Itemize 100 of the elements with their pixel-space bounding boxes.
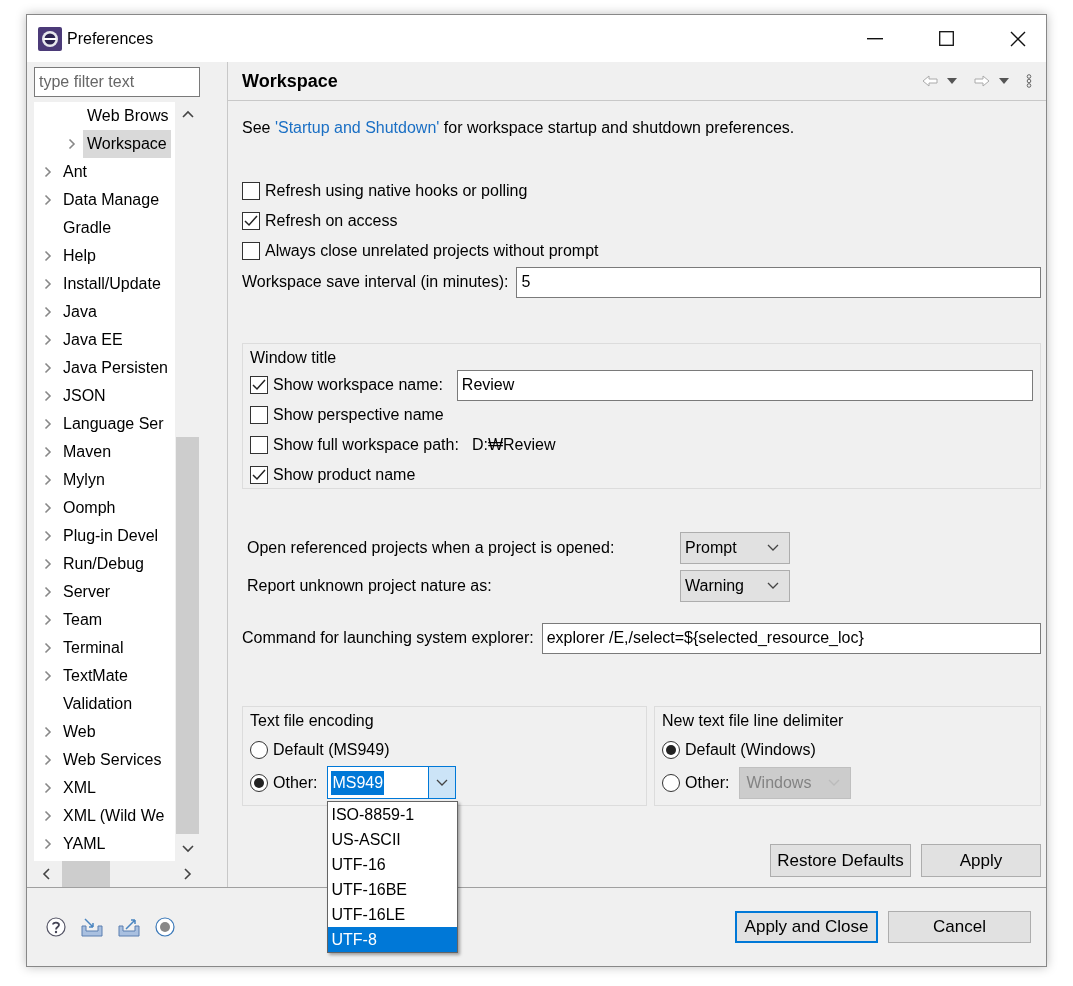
tree-item[interactable]: Oomph bbox=[63, 494, 120, 522]
tree-item[interactable]: Gradle bbox=[63, 214, 116, 242]
tree-item[interactable]: JSON bbox=[63, 382, 110, 410]
maximize-icon[interactable] bbox=[939, 31, 954, 46]
dropdown-option[interactable]: ISO-8859-1 bbox=[328, 802, 458, 827]
tree-item[interactable]: Web Brows bbox=[83, 102, 173, 130]
tree-item[interactable]: Maven bbox=[63, 438, 116, 466]
page-button[interactable]: Apply bbox=[921, 844, 1041, 877]
view-menu-icon[interactable] bbox=[1026, 74, 1032, 88]
input-field[interactable]: 5 bbox=[516, 266, 1041, 298]
chevron-icon[interactable] bbox=[44, 838, 52, 850]
chevron-icon[interactable] bbox=[44, 810, 52, 822]
tree-item[interactable]: Help bbox=[63, 242, 100, 270]
chevron-icon[interactable] bbox=[44, 558, 52, 570]
startup-link[interactable]: 'Startup and Shutdown' bbox=[274, 119, 440, 136]
chevron-icon[interactable] bbox=[44, 250, 52, 262]
tree-item[interactable]: XML (Wild We bbox=[63, 802, 169, 830]
tree-item[interactable]: Java bbox=[63, 298, 101, 326]
chevron-icon[interactable] bbox=[44, 670, 52, 682]
chevron-icon[interactable] bbox=[44, 782, 52, 794]
tree-item[interactable]: TextMate bbox=[63, 662, 132, 690]
forward-arrow-icon[interactable] bbox=[974, 75, 990, 87]
chevron-icon[interactable] bbox=[44, 586, 52, 598]
tree-item[interactable]: Run/Debug bbox=[63, 550, 148, 578]
chevron-icon[interactable] bbox=[44, 194, 52, 206]
checkbox[interactable] bbox=[250, 466, 268, 484]
tree-item[interactable]: Mylyn bbox=[63, 466, 109, 494]
filter-field[interactable]: type filter text bbox=[34, 67, 200, 97]
dropdown-option[interactable]: UTF-16 bbox=[328, 852, 458, 877]
dropdown-option[interactable]: UTF-16LE bbox=[328, 902, 458, 927]
chevron-icon[interactable] bbox=[44, 306, 52, 318]
chevron-icon[interactable] bbox=[44, 418, 52, 430]
scroll-up-icon[interactable] bbox=[181, 110, 194, 118]
dropdown[interactable]: Warning bbox=[680, 569, 790, 602]
tree-item[interactable]: Team bbox=[63, 606, 107, 634]
chevron-icon[interactable] bbox=[68, 138, 76, 150]
scroll-right-icon[interactable] bbox=[184, 868, 192, 880]
tree-item[interactable]: XML bbox=[63, 774, 100, 802]
chevron-icon[interactable] bbox=[44, 726, 52, 738]
checkbox[interactable] bbox=[250, 436, 268, 454]
chevron-icon[interactable] bbox=[44, 334, 52, 346]
dropdown-option[interactable]: US-ASCII bbox=[328, 827, 458, 852]
tree-item[interactable]: YAML bbox=[63, 830, 110, 858]
chevron-icon[interactable] bbox=[44, 390, 52, 402]
tree-item[interactable]: Data Manage bbox=[63, 186, 164, 214]
tree-item[interactable]: Ant bbox=[63, 158, 91, 186]
chevron-icon[interactable] bbox=[44, 474, 52, 486]
import-icon[interactable] bbox=[81, 917, 103, 937]
tree-item[interactable]: Workspace bbox=[83, 130, 171, 158]
chevron-icon[interactable] bbox=[44, 446, 52, 458]
input-field[interactable]: Review bbox=[456, 369, 1033, 401]
radio-button[interactable] bbox=[250, 773, 268, 792]
scroll-left-icon[interactable] bbox=[42, 868, 50, 880]
checkbox[interactable] bbox=[250, 406, 268, 424]
export-icon[interactable] bbox=[118, 917, 140, 937]
scroll-thumb[interactable] bbox=[62, 861, 110, 887]
chevron-icon[interactable] bbox=[44, 530, 52, 542]
tree-item[interactable]: Install/Update bbox=[63, 270, 165, 298]
checkbox[interactable] bbox=[250, 376, 268, 394]
record-icon[interactable] bbox=[155, 917, 175, 937]
scroll-down-icon[interactable] bbox=[181, 845, 194, 853]
back-arrow-icon[interactable] bbox=[922, 75, 938, 87]
chevron-icon[interactable] bbox=[44, 642, 52, 654]
page-button[interactable]: Restore Defaults bbox=[770, 844, 911, 877]
dropdown-triangle-icon[interactable] bbox=[947, 78, 957, 84]
chevron-icon[interactable] bbox=[44, 614, 52, 626]
tree-item[interactable]: Plug-in Devel bbox=[63, 522, 163, 550]
tree-item[interactable]: Terminal bbox=[63, 634, 128, 662]
group-legend: New text file line delimiter bbox=[662, 711, 1033, 731]
encoding-combo[interactable]: MS949 bbox=[327, 766, 457, 799]
path-text: D:₩Review bbox=[471, 436, 556, 454]
tree-item[interactable]: Web Services bbox=[63, 746, 166, 774]
dropdown-button[interactable] bbox=[428, 767, 456, 798]
help-icon[interactable] bbox=[46, 917, 66, 937]
tree-item[interactable]: Java EE bbox=[63, 326, 127, 354]
checkbox[interactable] bbox=[242, 212, 260, 230]
chevron-icon[interactable] bbox=[44, 754, 52, 766]
scroll-thumb[interactable] bbox=[176, 437, 199, 834]
dropdown-option[interactable]: UTF-8 bbox=[328, 927, 458, 952]
dropdown[interactable]: Prompt bbox=[680, 531, 790, 564]
tree-item[interactable]: Java Persisten bbox=[63, 354, 172, 382]
chevron-icon[interactable] bbox=[44, 278, 52, 290]
tree-item[interactable]: Language Ser bbox=[63, 410, 168, 438]
dialog-button[interactable]: Cancel bbox=[888, 911, 1031, 943]
checkbox[interactable] bbox=[242, 182, 260, 200]
chevron-icon[interactable] bbox=[44, 166, 52, 178]
radio-label: Other: bbox=[273, 773, 318, 792]
input-field[interactable]: explorer /E,/select=${selected_resource_loc} bbox=[541, 622, 1041, 654]
tree-item[interactable]: Validation bbox=[63, 690, 137, 718]
radio-button[interactable] bbox=[250, 740, 268, 759]
chevron-icon[interactable] bbox=[44, 362, 52, 374]
close-icon[interactable] bbox=[1010, 30, 1026, 47]
dropdown-option[interactable]: UTF-16BE bbox=[328, 877, 458, 902]
minimize-icon[interactable] bbox=[867, 37, 883, 40]
tree-item[interactable]: Web bbox=[63, 718, 100, 746]
chevron-icon[interactable] bbox=[44, 502, 52, 514]
dialog-button[interactable]: Apply and Close bbox=[735, 911, 878, 943]
tree-item[interactable]: Server bbox=[63, 578, 115, 606]
dropdown-triangle-icon[interactable] bbox=[999, 78, 1009, 84]
checkbox[interactable] bbox=[242, 242, 260, 260]
